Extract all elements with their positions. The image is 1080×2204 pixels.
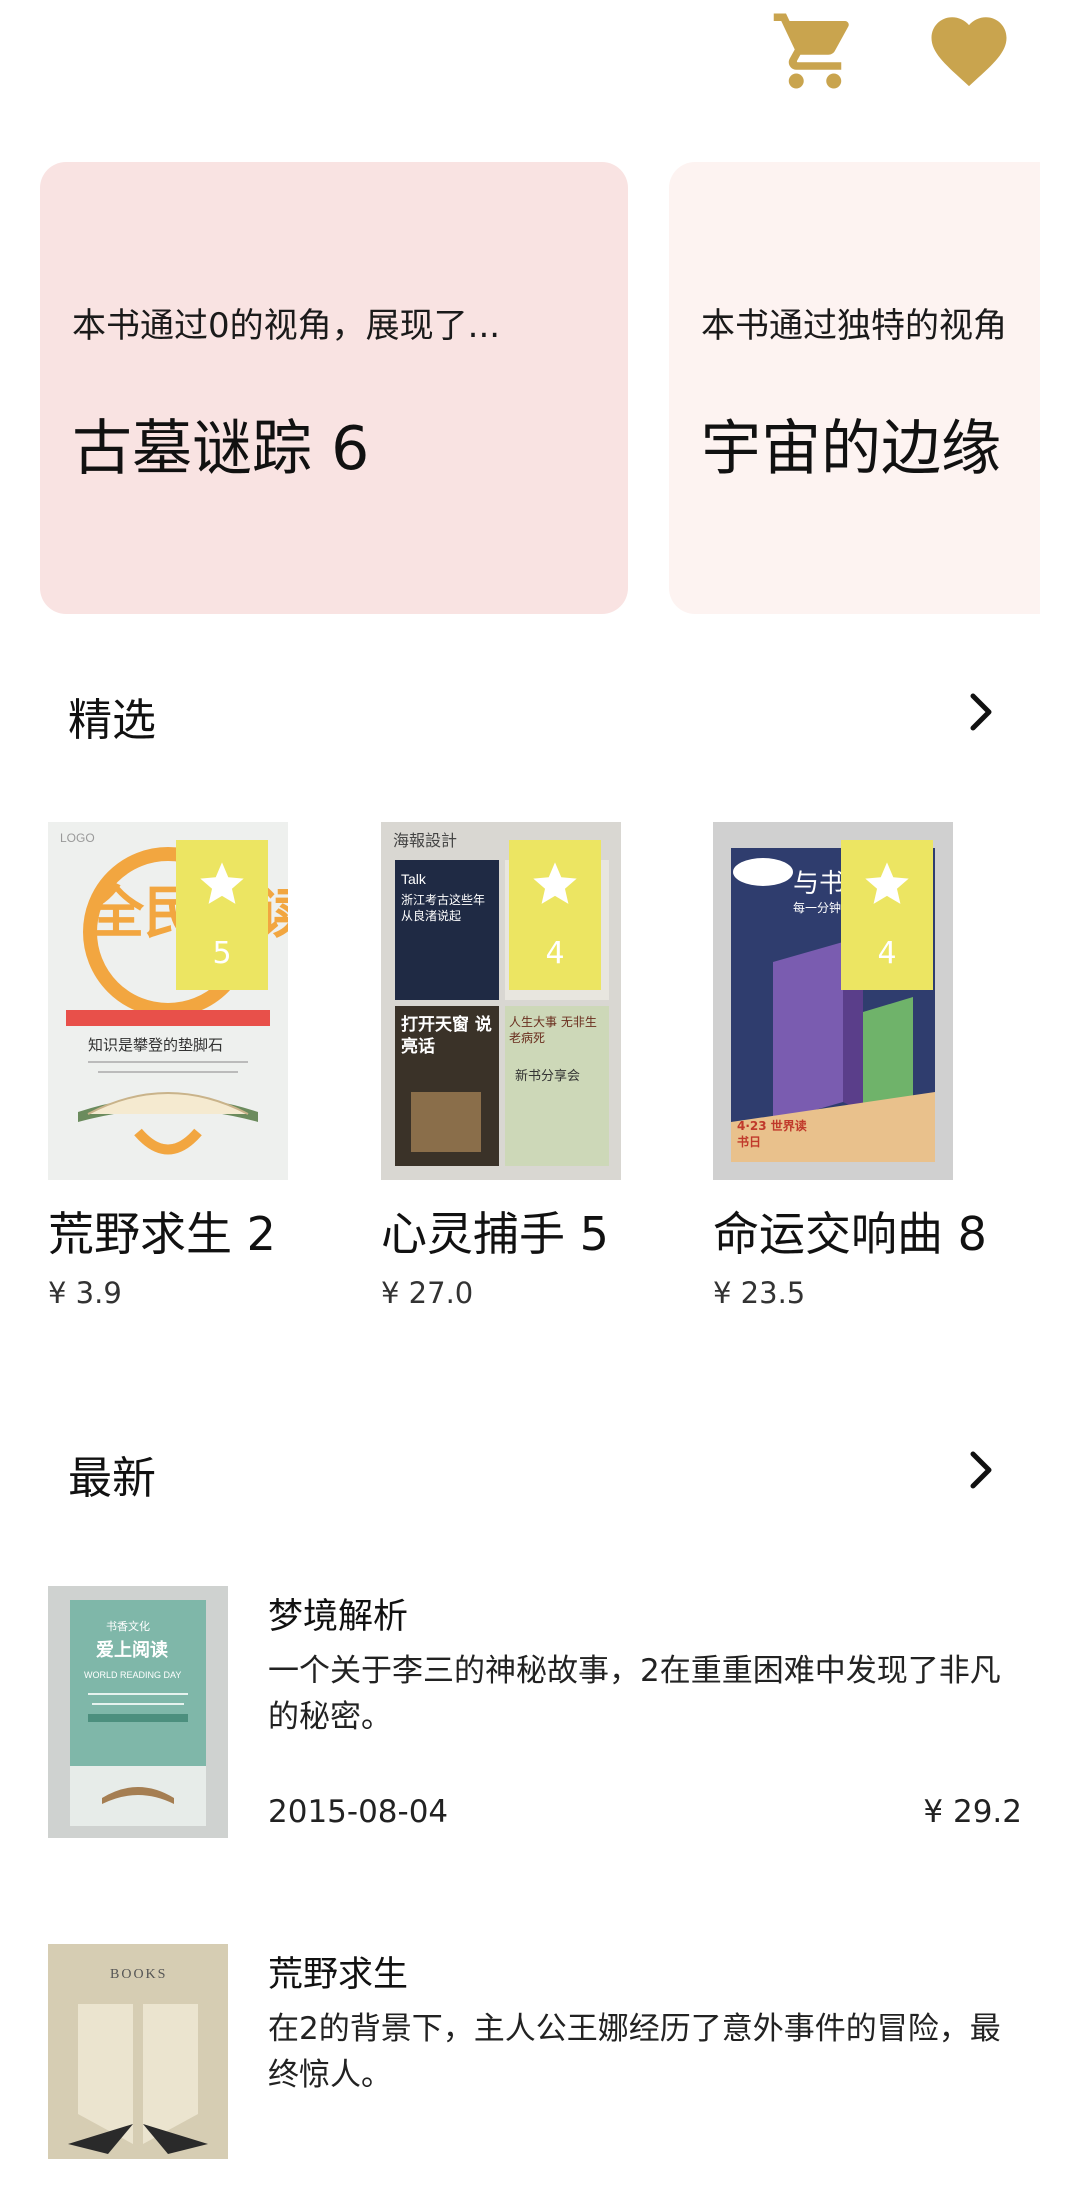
rating-badge: 5 [176,840,268,990]
book-cover-art: 书香文化 爱上阅读 WORLD READING DAY [48,1586,228,1838]
book-title: 荒野求生 2 [48,1207,276,1261]
rating-badge: 4 [841,840,933,990]
star-icon [533,862,577,904]
book-description: 在2的背景下，主人公王娜经历了意外事件的冒险，最终惊人。 [268,2011,1001,2093]
book-price: ¥ 29.2 [923,1794,1022,1830]
banner-description: 本书通过独特的视角 [701,306,1007,346]
book-title: 荒野求生 [268,1955,409,1995]
book-cover[interactable]: LOGO 全民阅读 知识是攀登的垫脚石 5 [48,822,288,1180]
book-cover[interactable]: 书香文化 爱上阅读 WORLD READING DAY [48,1586,228,1838]
book-cover[interactable]: 海報設計 Talk 浙江考古这些年 从良渚说起 打开天窗 说亮话 人生大事 无非… [381,822,621,1180]
rating-value: 5 [212,936,232,971]
banner-carousel[interactable]: 本书通过0的视角，展现了... 古墓谜踪 6 本书通过独特的视角 宇宙的边缘 [0,162,1040,617]
rating-value: 4 [877,936,897,971]
book-title: 心灵捕手 5 [381,1207,609,1261]
banner-title: 古墓谜踪 6 [72,414,370,484]
book-cover-art: BOOKS [48,1944,228,2159]
book-price: ¥ 27.0 [381,1276,474,1310]
book-cover[interactable]: 与书 每一分钟都是最好的 4·23 世界读书日 4 [713,822,953,1180]
book-price: ¥ 23.5 [713,1276,806,1310]
cover-headline-text: 打开天窗 说亮话 [401,1015,492,1057]
cover-logo-text: LOGO [60,831,95,845]
section-title: 精选 [68,695,156,746]
cart-icon[interactable] [770,6,860,96]
book-date: 2015-08-04 [268,1794,449,1830]
list-item[interactable]: BOOKS 荒野求生 在2的背景下，主人公王娜经历了意外事件的冒险，最终惊人。 [0,1944,1080,2204]
cover-date-text: 4·23 世界读书日 [737,1119,807,1149]
book-cover[interactable]: BOOKS [48,1944,228,2196]
cover-talk-text: Talk [401,871,427,887]
rating-value: 4 [545,936,565,971]
banner-title: 宇宙的边缘 [701,414,1001,484]
book-description: 一个关于李三的神秘故事，2在重重困难中发现了非凡的秘密。 [268,1653,1001,1735]
chevron-right-icon[interactable] [966,690,996,734]
book-title: 命运交响曲 8 [713,1207,987,1261]
heart-icon[interactable] [924,6,1014,96]
cover-subtitle-text: 知识是攀登的垫脚石 [88,1036,223,1054]
banner-card[interactable]: 本书通过0的视角，展现了... 古墓谜踪 6 [40,162,628,614]
latest-section-header[interactable]: 最新 [0,1430,1080,1510]
chevron-right-icon[interactable] [966,1448,996,1492]
book-price: ¥ 3.9 [48,1276,122,1310]
cover-topic-text: 浙江考古这些年 从良渚说起 [401,893,486,923]
cover-title-text: BOOKS [110,1967,167,1982]
star-icon [865,862,909,904]
star-icon [200,862,244,904]
cover-event-text: 新书分享会 [515,1068,580,1084]
cover-title-text: 与书 [793,869,845,899]
cover-top-text: 书香文化 [106,1619,150,1633]
cover-title-text: 爱上阅读 [96,1639,168,1661]
section-title: 最新 [68,1453,156,1504]
featured-section-header[interactable]: 精选 [0,672,1080,752]
rating-badge: 4 [509,840,601,990]
banner-card[interactable]: 本书通过独特的视角 宇宙的边缘 [669,162,1040,614]
cover-slogan-text: 人生大事 无非生老病死 [509,1015,597,1045]
book-title: 梦境解析 [268,1597,409,1637]
cover-subtitle-text: WORLD READING DAY [84,1670,181,1680]
list-item[interactable]: 书香文化 爱上阅读 WORLD READING DAY 梦境解析 一个关于李三的… [0,1586,1080,1846]
cover-header-text: 海報設計 [393,831,457,850]
banner-description: 本书通过0的视角，展现了... [72,306,501,346]
